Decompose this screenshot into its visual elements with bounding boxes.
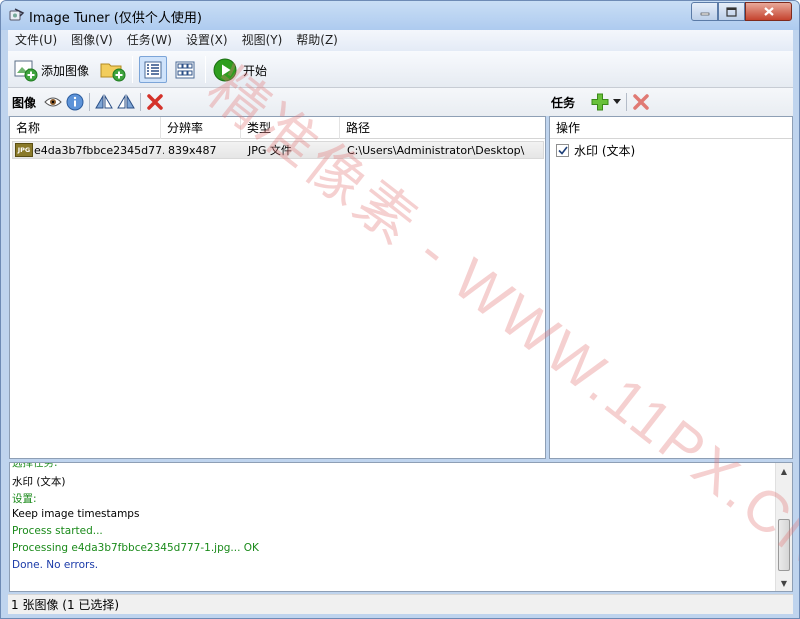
log-pane[interactable]: 选择任务: 水印 (文本) 设置: Keep image timestamps … [9, 462, 793, 592]
jpg-file-icon: JPG [15, 143, 33, 157]
menu-task[interactable]: 任务(W) [120, 30, 179, 51]
log-scrollbar[interactable]: ▲ ▼ [775, 463, 792, 591]
scroll-down-button[interactable]: ▼ [776, 575, 792, 591]
remove-image-button[interactable] [144, 91, 166, 113]
minimize-icon [700, 12, 709, 15]
cell-name: e4da3b7fbbce2345d77... [34, 143, 164, 157]
column-type[interactable]: 类型 [241, 117, 340, 139]
details-view-icon [144, 61, 162, 78]
table-row[interactable]: JPG e4da3b7fbbce2345d77... 839x487 JPG 文… [12, 141, 544, 159]
menu-settings[interactable]: 设置(X) [179, 30, 235, 51]
play-icon [213, 58, 237, 82]
add-folder-icon [100, 63, 126, 82]
toolbar: 添加图像 开始 [8, 51, 793, 88]
start-button[interactable]: 开始 [213, 56, 267, 84]
menu-view[interactable]: 视图(Y) [235, 30, 290, 51]
scroll-thumb[interactable] [778, 519, 790, 571]
eye-icon [44, 97, 62, 107]
flip-horizontal-icon [95, 94, 113, 109]
app-icon [9, 8, 25, 21]
add-images-label: 添加图像 [41, 63, 90, 78]
toolbar-separator [132, 56, 133, 83]
image-list[interactable]: 名称 分辨率 类型 路径 JPG e4da3b7fbbce2345d77... … [9, 116, 546, 459]
column-operation[interactable]: 操作 [550, 117, 792, 139]
task-checkbox[interactable] [556, 144, 569, 157]
preview-button[interactable] [42, 91, 64, 113]
log-line: 设置: [12, 493, 37, 505]
cell-resolution: 839x487 [168, 143, 217, 157]
log-line: Process started... [12, 525, 103, 537]
column-name[interactable]: 名称 [10, 117, 161, 139]
add-task-button[interactable] [589, 91, 611, 113]
start-label: 开始 [243, 63, 268, 78]
info-button[interactable] [64, 91, 86, 113]
add-image-icon [14, 60, 38, 82]
status-text: 1 张图像 (1 已选择) [11, 598, 120, 612]
header-separator [89, 93, 91, 111]
delete-icon [147, 94, 163, 110]
title-bar[interactable]: Image Tuner (仅供个人使用) [1, 1, 799, 30]
log-line: Keep image timestamps [12, 508, 140, 520]
plus-icon [591, 93, 609, 111]
add-folder-button[interactable] [100, 56, 126, 84]
menu-file[interactable]: 文件(U) [8, 30, 64, 51]
delete-icon [633, 94, 649, 110]
remove-task-button[interactable] [630, 91, 652, 113]
close-button[interactable] [745, 2, 792, 21]
image-list-header: 名称 分辨率 类型 路径 [10, 117, 545, 139]
cell-type: JPG 文件 [248, 144, 292, 157]
status-bar: 1 张图像 (1 已选择) [8, 594, 793, 614]
minimize-button[interactable] [691, 2, 718, 21]
list-item[interactable]: 水印 (文本) [556, 142, 635, 159]
log-line: Processing e4da3b7fbbce2345d777-1.jpg...… [12, 542, 259, 554]
scroll-up-button[interactable]: ▲ [776, 463, 792, 479]
rotate-icon [117, 94, 135, 109]
app-window: Image Tuner (仅供个人使用) 文件(U) 图像(V) 任务(W) 设… [0, 0, 800, 619]
task-list[interactable]: 操作 水印 (文本) [549, 116, 793, 459]
task-list-header: 操作 [550, 117, 792, 139]
maximize-icon [726, 6, 737, 17]
tasks-pane-header: 任务 [547, 88, 793, 116]
flip-vertical-button[interactable] [115, 91, 137, 113]
header-separator [140, 93, 142, 111]
log-line: 水印 (文本) [12, 476, 66, 488]
details-view-button[interactable] [139, 56, 167, 83]
log-line: 选择任务: [12, 462, 58, 469]
images-pane-header: 图像 [8, 88, 547, 116]
add-images-button[interactable]: 添加图像 [14, 56, 89, 84]
thumbnail-view-icon [175, 61, 195, 78]
flip-horizontal-button[interactable] [93, 91, 115, 113]
chevron-down-icon [613, 99, 622, 104]
column-resolution[interactable]: 分辨率 [161, 117, 241, 139]
task-label: 水印 (文本) [574, 144, 636, 158]
checkmark-icon [557, 146, 568, 155]
info-icon [66, 93, 84, 111]
menu-bar: 文件(U) 图像(V) 任务(W) 设置(X) 视图(Y) 帮助(Z) [8, 30, 793, 51]
menu-help[interactable]: 帮助(Z) [289, 30, 345, 51]
images-pane-title: 图像 [12, 95, 37, 110]
log-line: Done. No errors. [12, 559, 99, 571]
arrow-down-icon: ▼ [780, 578, 788, 588]
header-separator [626, 93, 628, 111]
add-task-dropdown[interactable] [611, 91, 623, 113]
window-title: Image Tuner (仅供个人使用) [29, 11, 202, 26]
arrow-up-icon: ▲ [780, 466, 788, 476]
close-icon [763, 7, 774, 16]
toolbar-separator [205, 56, 206, 83]
tasks-pane-title: 任务 [551, 95, 576, 110]
maximize-button[interactable] [718, 2, 745, 21]
thumbnail-view-button[interactable] [171, 56, 199, 83]
column-path[interactable]: 路径 [340, 117, 545, 139]
cell-path: C:\Users\Administrator\Desktop\ [347, 143, 525, 157]
menu-image[interactable]: 图像(V) [64, 30, 120, 51]
